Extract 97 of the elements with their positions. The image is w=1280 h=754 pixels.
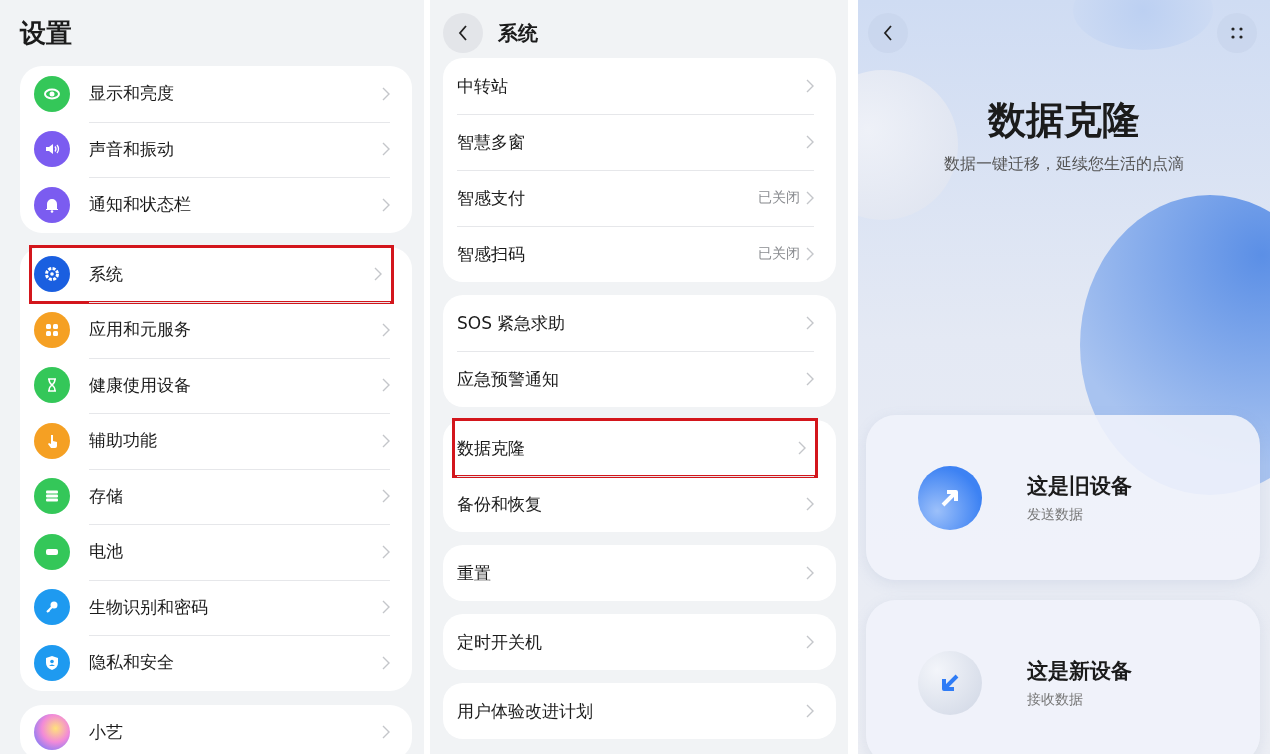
gear-icon <box>34 256 70 293</box>
chevron-icon <box>382 489 390 504</box>
chevron-icon <box>806 191 814 205</box>
item-label: 备份和恢复 <box>457 492 543 516</box>
settings-item[interactable]: 生物识别和密码 <box>34 579 400 635</box>
settings-item[interactable]: 存储 <box>34 468 400 524</box>
settings-item[interactable]: 应用和元服务 <box>34 302 400 358</box>
settings-item[interactable]: 定时开关机 <box>457 614 824 670</box>
chevron-icon <box>806 566 814 580</box>
chevron-icon <box>806 79 814 93</box>
settings-item[interactable]: 智感支付 已关闭 <box>457 170 824 226</box>
item-label: 生物识别和密码 <box>89 595 209 619</box>
device-option-card[interactable]: 这是旧设备 发送数据 <box>866 415 1260 580</box>
item-value: 已关闭 <box>758 245 800 263</box>
settings-item[interactable]: 重置 <box>457 545 824 601</box>
eye-icon <box>34 75 70 112</box>
settings-item[interactable]: 健康使用设备 <box>34 357 400 413</box>
item-label: 智慧多窗 <box>457 130 526 154</box>
item-label: 用户体验改进计划 <box>457 699 594 723</box>
four-dots-icon <box>1229 25 1245 41</box>
item-label: 应用和元服务 <box>89 318 192 342</box>
hand-icon <box>34 422 70 459</box>
chevron-icon <box>382 86 390 101</box>
chevron-icon <box>382 197 390 212</box>
option-subtitle: 接收数据 <box>1027 690 1084 709</box>
settings-item[interactable]: 通知和状态栏 <box>34 177 400 233</box>
chevron-icon <box>806 635 814 649</box>
chevron-icon <box>382 322 390 337</box>
page-title: 设置 <box>20 17 73 50</box>
item-label: 系统 <box>89 262 124 286</box>
chevron-icon <box>806 497 814 511</box>
chevron-icon <box>382 725 390 740</box>
settings-item[interactable]: 备份和恢复 <box>457 476 824 532</box>
chevron-icon <box>798 441 806 455</box>
item-value: 已关闭 <box>758 189 800 207</box>
chevron-icon <box>806 316 814 330</box>
key-icon <box>34 589 70 626</box>
chevron-icon <box>382 544 390 559</box>
settings-item[interactable]: 隐私和安全 <box>34 635 400 691</box>
page-subtitle: 数据一键迁移，延续您生活的点滴 <box>943 154 1185 175</box>
chevron-icon <box>382 142 390 157</box>
settings-item[interactable]: 显示和亮度 <box>34 66 400 122</box>
storage-icon <box>34 478 70 515</box>
item-label: 重置 <box>457 561 492 585</box>
settings-item[interactable]: 辅助功能 <box>34 413 400 469</box>
chevron-icon <box>374 267 382 282</box>
item-label: 声音和振动 <box>89 137 175 161</box>
settings-item[interactable]: SOS 紧急求助 <box>457 295 824 351</box>
item-label: 存储 <box>89 484 124 508</box>
settings-item[interactable]: 用户体验改进计划 <box>457 683 824 739</box>
chevron-icon <box>382 378 390 393</box>
settings-item[interactable]: 数据克隆 <box>454 420 816 476</box>
page-title: 数据克隆 <box>986 97 1141 144</box>
chevron-icon <box>806 372 814 386</box>
chevron-icon <box>806 135 814 149</box>
hourglass-icon <box>34 367 70 404</box>
item-label: 数据克隆 <box>457 436 526 460</box>
settings-item[interactable]: 声音和振动 <box>34 121 400 177</box>
option-title: 这是新设备 <box>1027 657 1132 685</box>
back-button[interactable] <box>443 13 483 53</box>
item-label: 中转站 <box>457 74 509 98</box>
item-label: 隐私和安全 <box>89 651 175 675</box>
settings-item[interactable]: 电池 <box>34 524 400 580</box>
settings-item[interactable]: 智感扫码 已关闭 <box>457 226 824 282</box>
more-button[interactable] <box>1217 13 1257 53</box>
settings-item[interactable]: 系统 <box>31 246 392 302</box>
option-subtitle: 发送数据 <box>1027 505 1084 524</box>
chevron-icon <box>382 600 390 615</box>
item-label: 健康使用设备 <box>89 373 192 397</box>
item-label: 定时开关机 <box>457 630 543 654</box>
apps-icon <box>34 311 70 348</box>
item-label: 应急预警通知 <box>457 367 560 391</box>
chevron-icon <box>806 704 814 718</box>
battery-icon <box>34 533 70 570</box>
item-label: 智感扫码 <box>457 242 526 266</box>
chevron-icon <box>382 433 390 448</box>
assistant-orb-icon <box>34 714 70 751</box>
chevron-icon <box>382 655 390 670</box>
back-button[interactable] <box>868 13 908 53</box>
settings-item[interactable]: 中转站 <box>457 58 824 114</box>
item-label: 通知和状态栏 <box>89 193 192 217</box>
device-option-card[interactable]: 这是新设备 接收数据 <box>866 600 1260 754</box>
item-label: 电池 <box>89 540 124 564</box>
item-label: SOS 紧急求助 <box>457 311 567 335</box>
chevron-icon <box>806 247 814 261</box>
settings-item[interactable]: 智慧多窗 <box>457 114 824 170</box>
page-title: 系统 <box>498 19 538 47</box>
speaker-icon <box>34 131 70 168</box>
settings-item[interactable]: 应急预警通知 <box>457 351 824 407</box>
item-label: 小艺 <box>89 720 124 744</box>
shield-icon <box>34 644 70 681</box>
settings-item[interactable]: 小艺 <box>34 704 400 754</box>
option-title: 这是旧设备 <box>1027 472 1132 500</box>
item-label: 智感支付 <box>457 186 526 210</box>
bell-icon <box>34 186 70 223</box>
item-label: 显示和亮度 <box>89 82 175 106</box>
item-label: 辅助功能 <box>89 429 158 453</box>
